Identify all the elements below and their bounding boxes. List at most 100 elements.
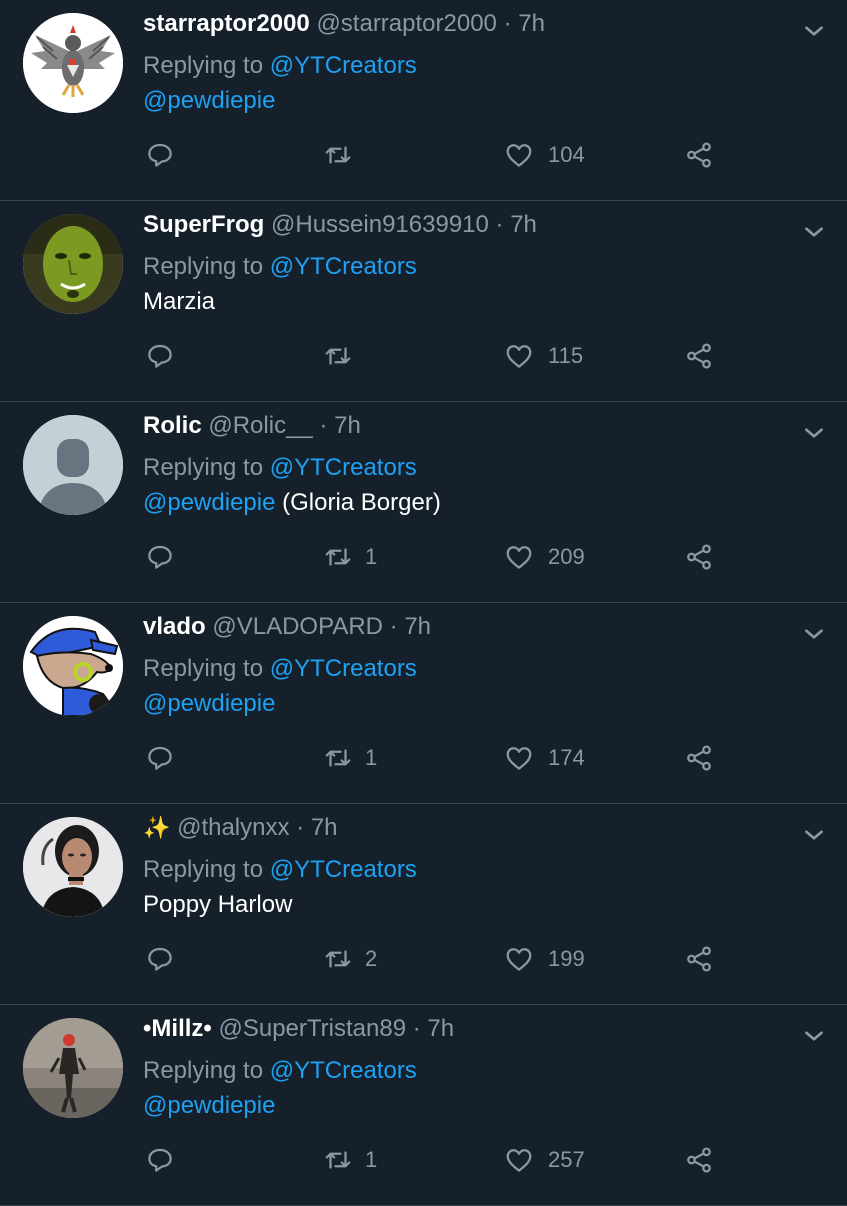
like-button[interactable]: 257 — [504, 1140, 585, 1180]
like-button[interactable]: 104 — [504, 135, 585, 175]
user-handle[interactable]: @starraptor2000 — [316, 10, 496, 37]
like-count: 209 — [548, 544, 585, 569]
display-name[interactable]: starraptor2000 — [143, 10, 310, 37]
like-button[interactable]: 199 — [504, 939, 585, 979]
chevron-down-icon[interactable] — [801, 621, 827, 647]
retweet-button[interactable]: 1 — [323, 1140, 377, 1180]
share-button[interactable] — [684, 738, 714, 778]
retweet-button[interactable]: 1 — [323, 537, 377, 577]
retweet-icon — [325, 146, 351, 164]
reply-button[interactable] — [145, 738, 175, 778]
reply-button[interactable] — [145, 336, 175, 376]
figure-photo-avatar[interactable] — [23, 1018, 123, 1118]
chevron-down-icon[interactable] — [801, 1023, 827, 1049]
reply-icon — [148, 1148, 172, 1172]
cartoon-animal-avatar[interactable] — [23, 616, 123, 716]
share-button[interactable] — [684, 1140, 714, 1180]
like-count: 104 — [548, 142, 585, 167]
tweet-text: Marzia — [143, 286, 215, 318]
tweet-header: •Millz• @SuperTristan89 · 7h — [143, 1013, 787, 1045]
retweet-button[interactable]: 1 — [323, 738, 377, 778]
tweet-body-text: (Gloria Borger) — [275, 489, 441, 516]
eagle-avatar[interactable] — [23, 13, 123, 113]
like-button[interactable]: 209 — [504, 537, 585, 577]
display-name[interactable]: •Millz• — [143, 1015, 212, 1042]
retweet-icon — [325, 950, 351, 968]
replying-to-label: Replying to — [143, 856, 264, 883]
user-handle[interactable]: @thalynxx — [177, 814, 289, 841]
reply-button[interactable] — [145, 1140, 175, 1180]
replying-to-link[interactable]: @YTCreators — [270, 454, 417, 481]
display-name[interactable]: vlado — [143, 613, 206, 640]
timestamp[interactable]: · 7h — [390, 613, 431, 640]
sparkles-emoji[interactable]: ✨ — [143, 815, 170, 840]
mention-link[interactable]: @pewdiepie — [143, 489, 275, 516]
chevron-down-icon[interactable] — [801, 822, 827, 848]
timestamp[interactable]: · 7h — [413, 1015, 454, 1042]
user-handle[interactable]: @VLADOPARD — [212, 613, 383, 640]
replying-to-label: Replying to — [143, 454, 264, 481]
replying-to-link[interactable]: @YTCreators — [270, 655, 417, 682]
retweet-count: 1 — [365, 544, 378, 569]
like-count: 199 — [548, 946, 585, 971]
reply-button[interactable] — [145, 537, 175, 577]
replying-to-link[interactable]: @YTCreators — [270, 52, 417, 79]
replying-to-link[interactable]: @YTCreators — [270, 253, 417, 280]
retweet-count: 1 — [365, 1147, 378, 1172]
like-button[interactable]: 174 — [504, 738, 585, 778]
share-button[interactable] — [684, 537, 714, 577]
replying-to-link[interactable]: @YTCreators — [270, 1057, 417, 1084]
timestamp[interactable]: · 7h — [319, 412, 360, 439]
reply-button[interactable] — [145, 939, 175, 979]
retweet-button[interactable]: 2 — [323, 939, 377, 979]
tweet-reply[interactable]: ✨ @thalynxx · 7h Replying to @YTCreators… — [0, 804, 847, 1005]
timestamp[interactable]: · 7h — [504, 10, 545, 37]
retweet-icon — [325, 1151, 351, 1169]
share-button[interactable] — [684, 135, 714, 175]
share-button[interactable] — [684, 939, 714, 979]
replying-to-label: Replying to — [143, 1057, 264, 1084]
reply-icon — [148, 143, 172, 167]
tweet-reply[interactable]: •Millz• @SuperTristan89 · 7h Replying to… — [0, 1005, 847, 1206]
heart-icon — [506, 747, 532, 770]
retweet-icon — [325, 749, 351, 767]
user-handle[interactable]: @SuperTristan89 — [218, 1015, 406, 1042]
retweet-count: 1 — [365, 745, 378, 770]
mention-link[interactable]: @pewdiepie — [143, 87, 275, 114]
tweet-reply[interactable]: vlado @VLADOPARD · 7h Replying to @YTCre… — [0, 603, 847, 804]
green-face-avatar[interactable] — [23, 214, 123, 314]
display-name[interactable]: SuperFrog — [143, 211, 264, 238]
user-handle[interactable]: @Hussein91639910 — [271, 211, 489, 238]
like-count: 115 — [548, 343, 584, 368]
retweet-button[interactable] — [323, 135, 365, 175]
chevron-down-icon[interactable] — [801, 219, 827, 245]
display-name[interactable]: Rolic — [143, 412, 202, 439]
person-photo-avatar[interactable] — [23, 817, 123, 917]
heart-icon — [506, 546, 532, 569]
user-handle[interactable]: @Rolic__ — [208, 412, 312, 439]
tweet-text: @pewdiepie — [143, 1090, 275, 1122]
tweet-text: @pewdiepie — [143, 688, 275, 720]
retweet-icon — [325, 548, 351, 566]
replying-to-label: Replying to — [143, 253, 264, 280]
replying-to-line: Replying to @YTCreators — [143, 50, 417, 82]
tweet-reply[interactable]: starraptor2000 @starraptor2000 · 7h Repl… — [0, 0, 847, 201]
like-button[interactable]: 115 — [504, 336, 583, 376]
tweet-actions: 104 — [0, 135, 847, 175]
chevron-down-icon[interactable] — [801, 420, 827, 446]
tweet-reply[interactable]: Rolic @Rolic__ · 7h Replying to @YTCreat… — [0, 402, 847, 603]
timestamp[interactable]: · 7h — [296, 814, 337, 841]
share-button[interactable] — [684, 336, 714, 376]
chevron-down-icon[interactable] — [801, 18, 827, 44]
timestamp[interactable]: · 7h — [496, 211, 537, 238]
mention-link[interactable]: @pewdiepie — [143, 690, 275, 717]
tweet-reply[interactable]: SuperFrog @Hussein91639910 · 7h Replying… — [0, 201, 847, 402]
tweet-text: Poppy Harlow — [143, 889, 292, 921]
replying-to-link[interactable]: @YTCreators — [270, 856, 417, 883]
default-avatar[interactable] — [23, 415, 123, 515]
reply-button[interactable] — [145, 135, 175, 175]
mention-link[interactable]: @pewdiepie — [143, 1092, 275, 1119]
tweet-header: starraptor2000 @starraptor2000 · 7h — [143, 8, 787, 40]
replying-to-line: Replying to @YTCreators — [143, 452, 417, 484]
retweet-button[interactable] — [323, 336, 365, 376]
